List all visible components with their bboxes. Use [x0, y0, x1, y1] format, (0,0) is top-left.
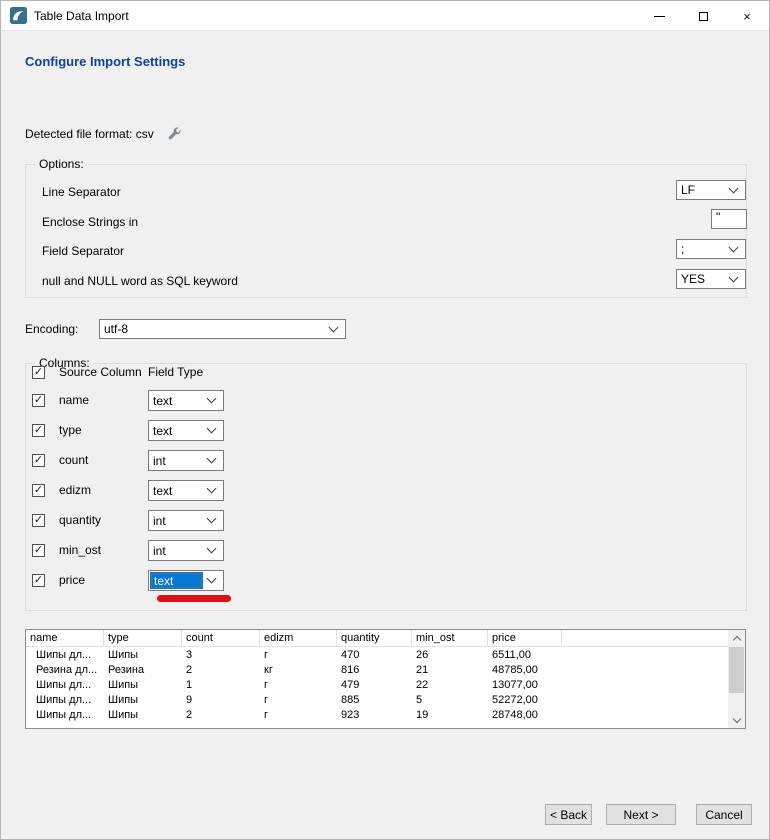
chevron-down-icon — [729, 183, 739, 193]
column-row-quantity: quantity int — [26, 510, 746, 531]
select-all-checkbox[interactable] — [32, 366, 45, 379]
close-icon: × — [743, 10, 751, 23]
scrollbar-thumb[interactable] — [729, 647, 744, 693]
close-button[interactable]: × — [725, 1, 769, 31]
col-header[interactable]: min_ost — [412, 630, 488, 646]
mysql-workbench-icon — [10, 7, 27, 24]
column-name: type — [59, 420, 82, 441]
column-checkbox[interactable] — [32, 544, 45, 557]
field-type-combo[interactable]: text — [148, 480, 224, 501]
maximize-icon — [699, 12, 708, 21]
table-row[interactable]: Шипы дл...Шипы2г9231928748,00 — [26, 707, 745, 722]
col-header[interactable]: count — [182, 630, 260, 646]
column-name: count — [59, 450, 88, 471]
chevron-down-icon — [207, 484, 217, 494]
column-name: name — [59, 390, 89, 411]
column-checkbox[interactable] — [32, 424, 45, 437]
field-type-header: Field Type — [148, 366, 203, 379]
encoding-label: Encoding: — [25, 322, 78, 336]
enclose-strings-input[interactable] — [711, 209, 747, 229]
options-group: Options: Line Separator Enclose Strings … — [25, 164, 747, 298]
chevron-down-icon — [729, 272, 739, 282]
column-checkbox[interactable] — [32, 454, 45, 467]
maximize-button[interactable] — [681, 1, 725, 31]
column-row-name: name text — [26, 390, 746, 411]
options-group-label: Options: — [35, 157, 88, 171]
column-row-price: price text — [26, 570, 746, 591]
chevron-down-icon — [207, 544, 217, 554]
preview-table-header: name type count edizm quantity min_ost p… — [26, 630, 745, 647]
field-type-combo[interactable]: int — [148, 510, 224, 531]
field-type-combo[interactable]: text — [148, 390, 224, 411]
title-bar: Table Data Import × — [1, 1, 769, 31]
line-separator-label: Line Separator — [42, 184, 121, 200]
field-type-combo[interactable]: text — [148, 420, 224, 441]
scroll-down-arrow-icon[interactable] — [728, 712, 745, 728]
next-button[interactable]: Next > — [606, 804, 676, 825]
page-title: Configure Import Settings — [25, 54, 185, 69]
null-keyword-label: null and NULL word as SQL keyword — [42, 273, 238, 289]
back-button[interactable]: < Back — [545, 804, 592, 825]
preview-table: name type count edizm quantity min_ost p… — [25, 629, 746, 729]
chevron-down-icon — [207, 514, 217, 524]
col-header[interactable]: edizm — [260, 630, 337, 646]
column-name: quantity — [59, 510, 101, 531]
columns-group: Columns: Source Column Field Type name t… — [25, 363, 747, 611]
detected-format-row: Detected file format: csv — [25, 125, 183, 142]
column-row-edizm: edizm text — [26, 480, 746, 501]
null-keyword-combo[interactable]: YES — [676, 269, 746, 289]
chevron-down-icon — [207, 424, 217, 434]
column-checkbox[interactable] — [32, 394, 45, 407]
detected-format-label: Detected file format: csv — [25, 127, 154, 141]
table-row[interactable]: Шипы дл...Шипы1г4792213077,00 — [26, 677, 745, 692]
col-header[interactable]: type — [104, 630, 182, 646]
vertical-scrollbar[interactable] — [728, 630, 745, 728]
column-name: min_ost — [59, 540, 101, 561]
chevron-down-icon — [329, 322, 339, 332]
columns-header-row: Source Column Field Type — [26, 365, 746, 386]
red-underline-annotation — [157, 595, 231, 602]
col-header[interactable]: quantity — [337, 630, 412, 646]
field-separator-combo[interactable]: ; — [676, 239, 746, 259]
table-row[interactable]: Шипы дл...Шипы3г470266511,00 — [26, 647, 745, 662]
col-header-filler — [562, 630, 745, 646]
line-separator-combo[interactable]: LF — [676, 180, 746, 200]
chevron-down-icon — [207, 454, 217, 464]
cancel-button[interactable]: Cancel — [696, 804, 752, 825]
table-row[interactable]: Шипы дл...Шипы9г885552272,00 — [26, 692, 745, 707]
enclose-strings-label: Enclose Strings in — [42, 214, 138, 230]
window-controls: × — [637, 1, 769, 31]
wrench-icon[interactable] — [166, 125, 183, 142]
scroll-up-arrow-icon[interactable] — [728, 630, 745, 646]
table-row[interactable]: Резина дл...Резина2кг8162148785,00 — [26, 662, 745, 677]
column-checkbox[interactable] — [32, 514, 45, 527]
window-title: Table Data Import — [34, 9, 129, 23]
field-type-combo-selected[interactable]: text — [148, 570, 224, 591]
column-checkbox[interactable] — [32, 484, 45, 497]
col-header[interactable]: price — [488, 630, 562, 646]
table-data-import-dialog: Table Data Import × Configure Import Set… — [0, 0, 770, 840]
column-checkbox[interactable] — [32, 574, 45, 587]
column-row-count: count int — [26, 450, 746, 471]
field-separator-label: Field Separator — [42, 243, 124, 259]
source-column-header: Source Column — [59, 366, 142, 379]
column-name: edizm — [59, 480, 91, 501]
field-type-combo[interactable]: int — [148, 540, 224, 561]
minimize-icon — [654, 16, 665, 17]
field-type-combo[interactable]: int — [148, 450, 224, 471]
chevron-down-icon — [207, 574, 217, 584]
chevron-down-icon — [729, 242, 739, 252]
column-row-type: type text — [26, 420, 746, 441]
column-name: price — [59, 570, 85, 591]
minimize-button[interactable] — [637, 1, 681, 31]
encoding-combo[interactable]: utf-8 — [99, 319, 346, 339]
col-header[interactable]: name — [26, 630, 104, 646]
chevron-down-icon — [207, 394, 217, 404]
column-row-min-ost: min_ost int — [26, 540, 746, 561]
